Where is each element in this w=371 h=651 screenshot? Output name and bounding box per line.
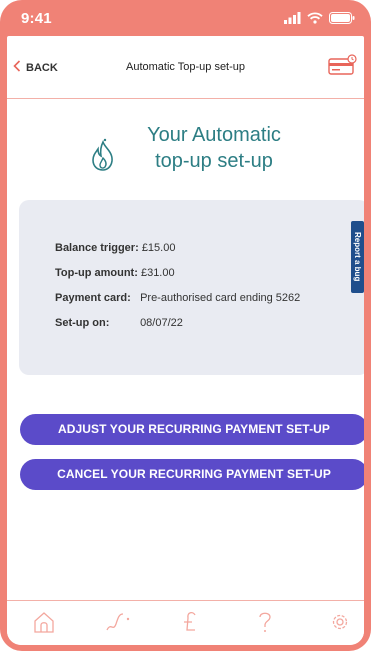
- heading-block: Your Automatic top-up set-up: [7, 120, 364, 180]
- payment-card-row: Payment card: Pre-authorised card ending…: [55, 292, 300, 304]
- help-icon[interactable]: [257, 610, 273, 639]
- setup-on-row: Set-up on: 08/07/22: [55, 317, 183, 329]
- battery-icon: [329, 11, 355, 29]
- heading-line-1: Your Automatic: [147, 124, 281, 146]
- heading-line-2: top-up set-up: [155, 150, 273, 172]
- app-screen: BACK Automatic Top-up set-up Your Automa…: [7, 36, 364, 645]
- payment-card-value: Pre-authorised card ending 5262: [140, 292, 301, 304]
- status-icons: [284, 11, 355, 29]
- home-icon[interactable]: [33, 610, 55, 639]
- settings-icon[interactable]: [329, 610, 351, 639]
- report-a-bug-tab[interactable]: Report a bug: [351, 221, 364, 293]
- setup-on-label: Set-up on:: [55, 317, 110, 329]
- balance-trigger-label: Balance trigger:: [55, 242, 139, 254]
- top-bar: BACK Automatic Top-up set-up: [7, 36, 364, 99]
- bottom-nav: [7, 600, 364, 645]
- setup-on-value: 08/07/22: [140, 317, 183, 329]
- phone-frame: 9:41 BACK Automatic Top-up set-up Your A…: [0, 0, 371, 651]
- pound-icon[interactable]: [181, 610, 199, 639]
- flame-icon: [90, 138, 116, 177]
- signal-icon: [284, 11, 301, 29]
- payment-card-label: Payment card:: [55, 292, 131, 304]
- balance-trigger-row: Balance trigger: £15.00: [55, 242, 175, 254]
- usage-graph-icon[interactable]: [105, 610, 133, 639]
- topup-amount-row: Top-up amount: £31.00: [55, 267, 175, 279]
- wifi-icon: [307, 11, 323, 29]
- topup-summary-card: Balance trigger: £15.00 Top-up amount: £…: [19, 200, 364, 375]
- status-bar: 9:41: [0, 0, 371, 36]
- page-heading: Your Automatic top-up set-up: [134, 122, 294, 174]
- adjust-recurring-payment-button[interactable]: ADJUST YOUR RECURRING PAYMENT SET-UP: [20, 414, 364, 445]
- page-title: Automatic Top-up set-up: [125, 61, 246, 73]
- cancel-recurring-payment-button[interactable]: CANCEL YOUR RECURRING PAYMENT SET-UP: [20, 459, 364, 490]
- topup-amount-value: £31.00: [140, 267, 175, 279]
- credit-card-icon[interactable]: [328, 54, 358, 81]
- topup-amount-label: Top-up amount:: [55, 267, 138, 279]
- status-time: 9:41: [21, 10, 52, 27]
- balance-trigger-value: £15.00: [141, 242, 176, 254]
